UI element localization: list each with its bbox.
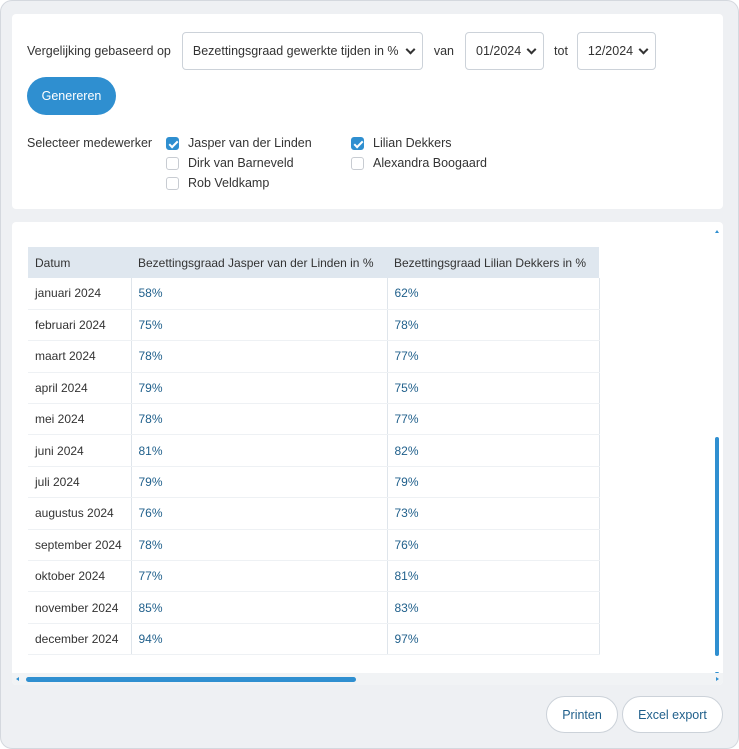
filter-panel: Vergelijking gebaseerd op Bezettingsgraa…: [12, 14, 723, 209]
table-row: april 2024 79% 75%: [28, 372, 600, 405]
vertical-scroll-thumb[interactable]: [715, 437, 719, 656]
cell-date: juni 2024: [28, 434, 132, 467]
chevron-down-icon: [638, 44, 649, 55]
filter-row: Vergelijking gebaseerd op Bezettingsgraa…: [27, 32, 656, 70]
table-row: mei 2024 78% 77%: [28, 403, 600, 436]
to-select[interactable]: 12/2024: [576, 32, 656, 70]
cell-jasper-value: 78%: [131, 340, 388, 373]
table-row: januari 2024 58% 62%: [28, 278, 600, 310]
cell-jasper-value: 78%: [131, 529, 388, 562]
employee-checkbox-lilian[interactable]: Lilian Dekkers: [351, 136, 452, 150]
cell-date: september 2024: [28, 529, 132, 562]
to-label: tot: [554, 44, 568, 58]
from-select[interactable]: 01/2024: [465, 32, 545, 70]
chevron-down-icon: [405, 44, 416, 55]
cell-jasper-value: 76%: [131, 497, 388, 530]
horizontal-scrollbar[interactable]: [12, 673, 723, 685]
cell-date: oktober 2024: [28, 560, 132, 593]
checkbox-unchecked-icon: [166, 176, 179, 190]
cell-jasper-value: 81%: [131, 434, 388, 467]
cell-date: januari 2024: [28, 278, 132, 310]
from-select-value: 01/2024: [476, 44, 522, 58]
checkbox-unchecked-icon: [351, 156, 364, 170]
cell-jasper-value: 78%: [131, 403, 388, 436]
employee-checkbox-dirk[interactable]: Dirk van Barneveld: [166, 156, 294, 170]
cell-date: mei 2024: [28, 403, 132, 436]
cell-date: februari 2024: [28, 309, 132, 342]
compare-label: Vergelijking gebaseerd op: [27, 44, 171, 58]
results-panel: Datum Bezettingsgraad Jasper van der Lin…: [12, 222, 723, 685]
employee-name: Rob Veldkamp: [188, 176, 270, 190]
table-row: september 2024 78% 76%: [28, 529, 600, 562]
employee-name: Dirk van Barneveld: [188, 156, 294, 170]
cell-jasper-value: 79%: [131, 372, 388, 405]
table-row: november 2024 85% 83%: [28, 591, 600, 624]
to-select-value: 12/2024: [587, 44, 634, 58]
cell-lilian-value: 77%: [387, 403, 600, 436]
column-header-jasper: Bezettingsgraad Jasper van der Linden in…: [131, 247, 387, 278]
cell-lilian-value: 82%: [387, 434, 600, 467]
cell-lilian-value: 75%: [387, 372, 600, 405]
column-header-lilian: Bezettingsgraad Lilian Dekkers in %: [387, 247, 599, 278]
cell-lilian-value: 62%: [387, 278, 600, 310]
scroll-right-arrow-icon[interactable]: [716, 677, 719, 681]
cell-jasper-value: 75%: [131, 309, 388, 342]
cell-jasper-value: 85%: [131, 591, 388, 624]
employee-checkbox-jasper[interactable]: Jasper van der Linden: [166, 136, 312, 150]
table-row: augustus 2024 76% 73%: [28, 497, 600, 530]
cell-lilian-value: 79%: [387, 466, 600, 499]
cell-date: juli 2024: [28, 466, 132, 499]
column-header-datum: Datum: [28, 247, 131, 278]
cell-date: april 2024: [28, 372, 132, 405]
scroll-up-arrow-icon[interactable]: [715, 230, 719, 233]
checkbox-unchecked-icon: [166, 156, 179, 170]
cell-jasper-value: 58%: [131, 278, 388, 310]
cell-lilian-value: 76%: [387, 529, 600, 562]
excel-export-button[interactable]: Excel export: [622, 696, 723, 733]
employee-checkbox-alexandra[interactable]: Alexandra Boogaard: [351, 156, 487, 170]
cell-lilian-value: 83%: [387, 591, 600, 624]
checkbox-checked-icon: [351, 136, 364, 150]
cell-date: augustus 2024: [28, 497, 132, 530]
table-row: juni 2024 81% 82%: [28, 434, 600, 467]
cell-date: december 2024: [28, 623, 132, 656]
cell-lilian-value: 97%: [387, 623, 600, 656]
horizontal-scroll-thumb[interactable]: [26, 677, 356, 682]
vertical-scrollbar[interactable]: [714, 230, 721, 675]
cell-lilian-value: 77%: [387, 340, 600, 373]
compare-select[interactable]: Bezettingsgraad gewerkte tijden in %: [181, 32, 423, 70]
cell-jasper-value: 94%: [131, 623, 388, 656]
employee-name: Alexandra Boogaard: [373, 156, 487, 170]
generate-button[interactable]: Genereren: [27, 77, 116, 115]
checkbox-checked-icon: [166, 136, 179, 150]
table-row: juli 2024 79% 79%: [28, 466, 600, 499]
employee-name: Lilian Dekkers: [373, 136, 452, 150]
from-label: van: [433, 44, 455, 58]
employee-name: Jasper van der Linden: [188, 136, 312, 150]
results-table: Datum Bezettingsgraad Jasper van der Lin…: [28, 247, 600, 656]
table-row: maart 2024 78% 77%: [28, 340, 600, 373]
cell-jasper-value: 77%: [131, 560, 388, 593]
employee-select-label: Selecteer medewerker: [27, 136, 153, 150]
print-button[interactable]: Printen: [546, 696, 618, 733]
report-frame: Vergelijking gebaseerd op Bezettingsgraa…: [0, 0, 739, 749]
table-row: december 2024 94% 97%: [28, 623, 600, 656]
scroll-left-arrow-icon[interactable]: [16, 677, 19, 681]
compare-select-value: Bezettingsgraad gewerkte tijden in %: [192, 44, 399, 58]
chevron-down-icon: [526, 44, 537, 55]
cell-date: november 2024: [28, 591, 132, 624]
cell-date: maart 2024: [28, 340, 132, 373]
table-row: februari 2024 75% 78%: [28, 309, 600, 342]
cell-lilian-value: 81%: [387, 560, 600, 593]
table-row: oktober 2024 77% 81%: [28, 560, 600, 593]
cell-lilian-value: 78%: [387, 309, 600, 342]
cell-jasper-value: 79%: [131, 466, 388, 499]
employee-checkbox-rob[interactable]: Rob Veldkamp: [166, 176, 269, 190]
table-header-row: Datum Bezettingsgraad Jasper van der Lin…: [28, 247, 599, 278]
cell-lilian-value: 73%: [387, 497, 600, 530]
